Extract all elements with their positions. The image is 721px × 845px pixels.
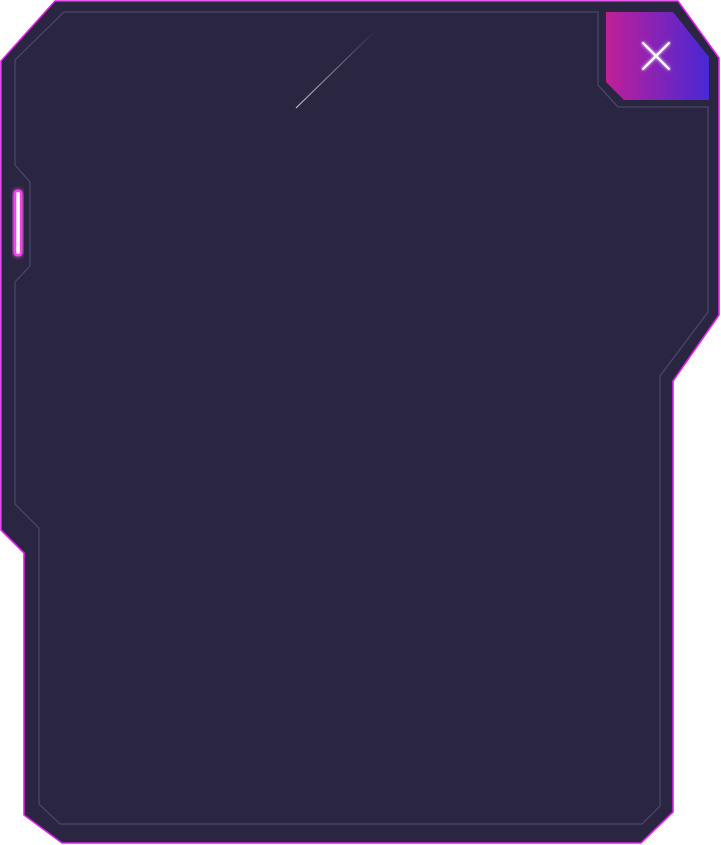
close-button[interactable] [605, 10, 710, 102]
dialog-panel [0, 0, 721, 845]
side-glow-tab [13, 189, 23, 257]
panel-content-area [40, 118, 650, 808]
